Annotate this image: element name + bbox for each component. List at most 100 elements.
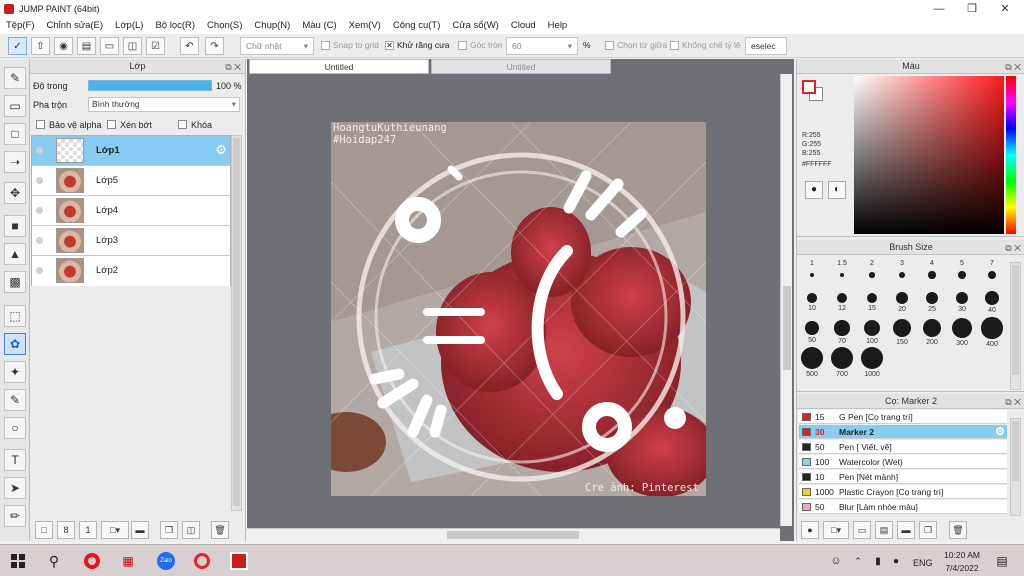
brush-size-option[interactable]: 3 [889, 258, 915, 279]
speech-bubble-icon[interactable]: ◉ [54, 37, 73, 55]
visibility-eye-icon[interactable] [36, 267, 43, 274]
jump-paint-taskbar-icon[interactable] [229, 551, 249, 571]
menu-filter[interactable]: Bộ lọc(R) [155, 20, 195, 31]
menu-edit[interactable]: Chỉnh sửa(E) [47, 20, 104, 31]
brush-delete-icon[interactable]: 🗑 [949, 521, 967, 539]
tray-chevron-icon[interactable]: ⌃ [848, 551, 868, 571]
brush-folder-icon[interactable]: ▬ [897, 521, 915, 539]
brush-menu-icon[interactable]: □▾ [823, 521, 849, 539]
brush-row[interactable]: 1000 Plastic Crayon [Cọ trang trí] [799, 485, 1007, 499]
folder-icon[interactable]: ▬ [131, 521, 149, 539]
palette-edit-icon[interactable]: ◐ [828, 181, 846, 199]
move-icon[interactable]: ✥ [4, 182, 26, 204]
magic-wand-icon[interactable]: ✦ [4, 361, 26, 383]
new-layer-8bit-icon[interactable]: 8 [57, 521, 75, 539]
line-icon[interactable]: ➝ [4, 151, 26, 173]
brush-size-option[interactable]: 1 [799, 258, 825, 278]
round-corner-checkbox[interactable]: Góc tròn [458, 40, 503, 50]
lock-checkbox[interactable] [178, 120, 187, 129]
brush-row[interactable]: 10 Pen [Nét mảnh] [799, 470, 1007, 484]
snap-to-grid-checkbox[interactable]: Snap to grid [321, 40, 379, 50]
new-layer-1bit-icon[interactable]: 1 [79, 521, 97, 539]
brush-size-option[interactable]: 50 [799, 318, 825, 344]
scroll-thumb[interactable] [233, 138, 240, 506]
select-eraser-icon[interactable]: ○ [4, 417, 26, 439]
opera-gx-icon[interactable] [192, 551, 212, 571]
brush-add-icon[interactable]: ● [801, 521, 819, 539]
undo-icon[interactable]: ↶ [180, 37, 199, 55]
brush-size-option[interactable]: 2 [859, 258, 885, 278]
brush-row[interactable]: 50 Pen [ Viết, vẽ] [799, 440, 1007, 454]
brush-size-option[interactable]: 1000 [859, 347, 885, 378]
select-pen-icon[interactable]: ✎ [4, 389, 26, 411]
doc-tab[interactable]: Untitled [431, 59, 611, 74]
brush-size-option[interactable]: 150 [889, 318, 915, 346]
menu-view[interactable]: Xem(V) [349, 20, 381, 31]
page-icon[interactable]: ▭ [100, 37, 119, 55]
merge-layer-icon[interactable]: ◫ [182, 521, 200, 539]
shape-select[interactable]: Chữ nhật ▾ [240, 37, 314, 55]
gear-icon[interactable]: ⚙ [215, 142, 227, 158]
foreground-color-swatch[interactable] [802, 80, 816, 94]
brush-icon[interactable]: ✎ [4, 67, 26, 89]
menu-file[interactable]: Tệp(F) [6, 20, 35, 31]
brush-save-icon[interactable]: ▤ [875, 521, 893, 539]
export-icon[interactable]: ⇧ [31, 37, 50, 55]
rect-select-icon[interactable]: ⬚ [4, 305, 26, 327]
brush-size-option[interactable]: 1.5 [829, 258, 855, 278]
scroll-thumb[interactable] [783, 286, 791, 370]
people-icon[interactable]: ☺ [826, 551, 846, 571]
layer-row[interactable]: Lớp1 ⚙ [32, 136, 230, 166]
notification-icon[interactable]: ▤ [992, 551, 1012, 571]
eyedropper-icon[interactable]: ✏ [4, 505, 26, 527]
zalo-icon[interactable]: Zalo [156, 551, 176, 571]
brush-size-option[interactable]: 500 [799, 347, 825, 378]
brush-size-option[interactable]: 100 [859, 318, 885, 345]
visibility-eye-icon[interactable] [36, 237, 43, 244]
saturation-value-picker[interactable] [854, 76, 1004, 234]
brush-row[interactable]: 50 Blur [Làm nhòe màu] [799, 500, 1007, 514]
visibility-eye-icon[interactable] [36, 147, 43, 154]
brush-size-option[interactable]: 4 [919, 258, 945, 279]
minimize-button[interactable]: — [922, 0, 956, 17]
panel-close-icon[interactable]: ⧉ ✕ [1005, 241, 1021, 255]
operation-icon[interactable]: ➤ [4, 477, 26, 499]
canvas-horizontal-scrollbar[interactable] [247, 528, 780, 541]
round-corner-value[interactable]: 60 ▾ [506, 37, 578, 55]
close-button[interactable]: ✕ [988, 0, 1022, 17]
brush-row[interactable]: 100 Watercolor (Wet) [799, 455, 1007, 469]
new-layer-menu-icon[interactable]: □▾ [101, 521, 129, 539]
search-icon[interactable]: ⚲ [44, 551, 64, 571]
brush-size-option[interactable]: 40 [979, 288, 1005, 314]
brush-size-option[interactable]: 5 [949, 258, 975, 279]
select-center-checkbox[interactable]: Chọn từ giữa [605, 40, 667, 50]
brush-size-option[interactable]: 20 [889, 288, 915, 313]
brush-list-scrollbar[interactable] [1010, 418, 1021, 516]
brush-size-option[interactable]: 12 [829, 288, 855, 312]
panel-icon[interactable]: ◫ [123, 37, 142, 55]
cloud-save-icon[interactable]: ✓ [8, 37, 27, 55]
brush-size-option[interactable]: 400 [979, 317, 1005, 348]
menu-select[interactable]: Chọn(S) [207, 20, 242, 31]
doc-tab-active[interactable]: Untitled [249, 59, 429, 74]
brush-size-option[interactable]: 15 [859, 288, 885, 312]
layer-scrollbar[interactable] [231, 135, 242, 511]
menu-color[interactable]: Màu (C) [302, 20, 336, 31]
brush-size-option[interactable]: 300 [949, 317, 975, 347]
duplicate-layer-icon[interactable]: ❐ [160, 521, 178, 539]
brush-size-option[interactable]: 25 [919, 288, 945, 313]
hue-slider[interactable] [1006, 76, 1016, 234]
brush-size-option[interactable]: 10 [799, 288, 825, 312]
brush-size-scrollbar[interactable] [1010, 262, 1021, 390]
new-layer-icon[interactable]: □ [35, 521, 53, 539]
brush-size-option[interactable]: 70 [829, 318, 855, 345]
windows-start-icon[interactable] [8, 551, 28, 571]
menu-cloud[interactable]: Cloud [511, 20, 536, 31]
bucket-icon[interactable]: ▲ [4, 243, 26, 265]
visibility-eye-icon[interactable] [36, 177, 43, 184]
deselect-button[interactable]: eselec [745, 37, 787, 55]
brush-row[interactable]: 15 G Pen [Cọ trang trí] [799, 410, 1007, 424]
artwork-canvas[interactable]: HoangtuKuthieunang #Hoidap247 Cre ảnh: P… [331, 122, 706, 496]
gradient-icon[interactable]: ▩ [4, 271, 26, 293]
fill-rect-icon[interactable]: ■ [4, 215, 26, 237]
